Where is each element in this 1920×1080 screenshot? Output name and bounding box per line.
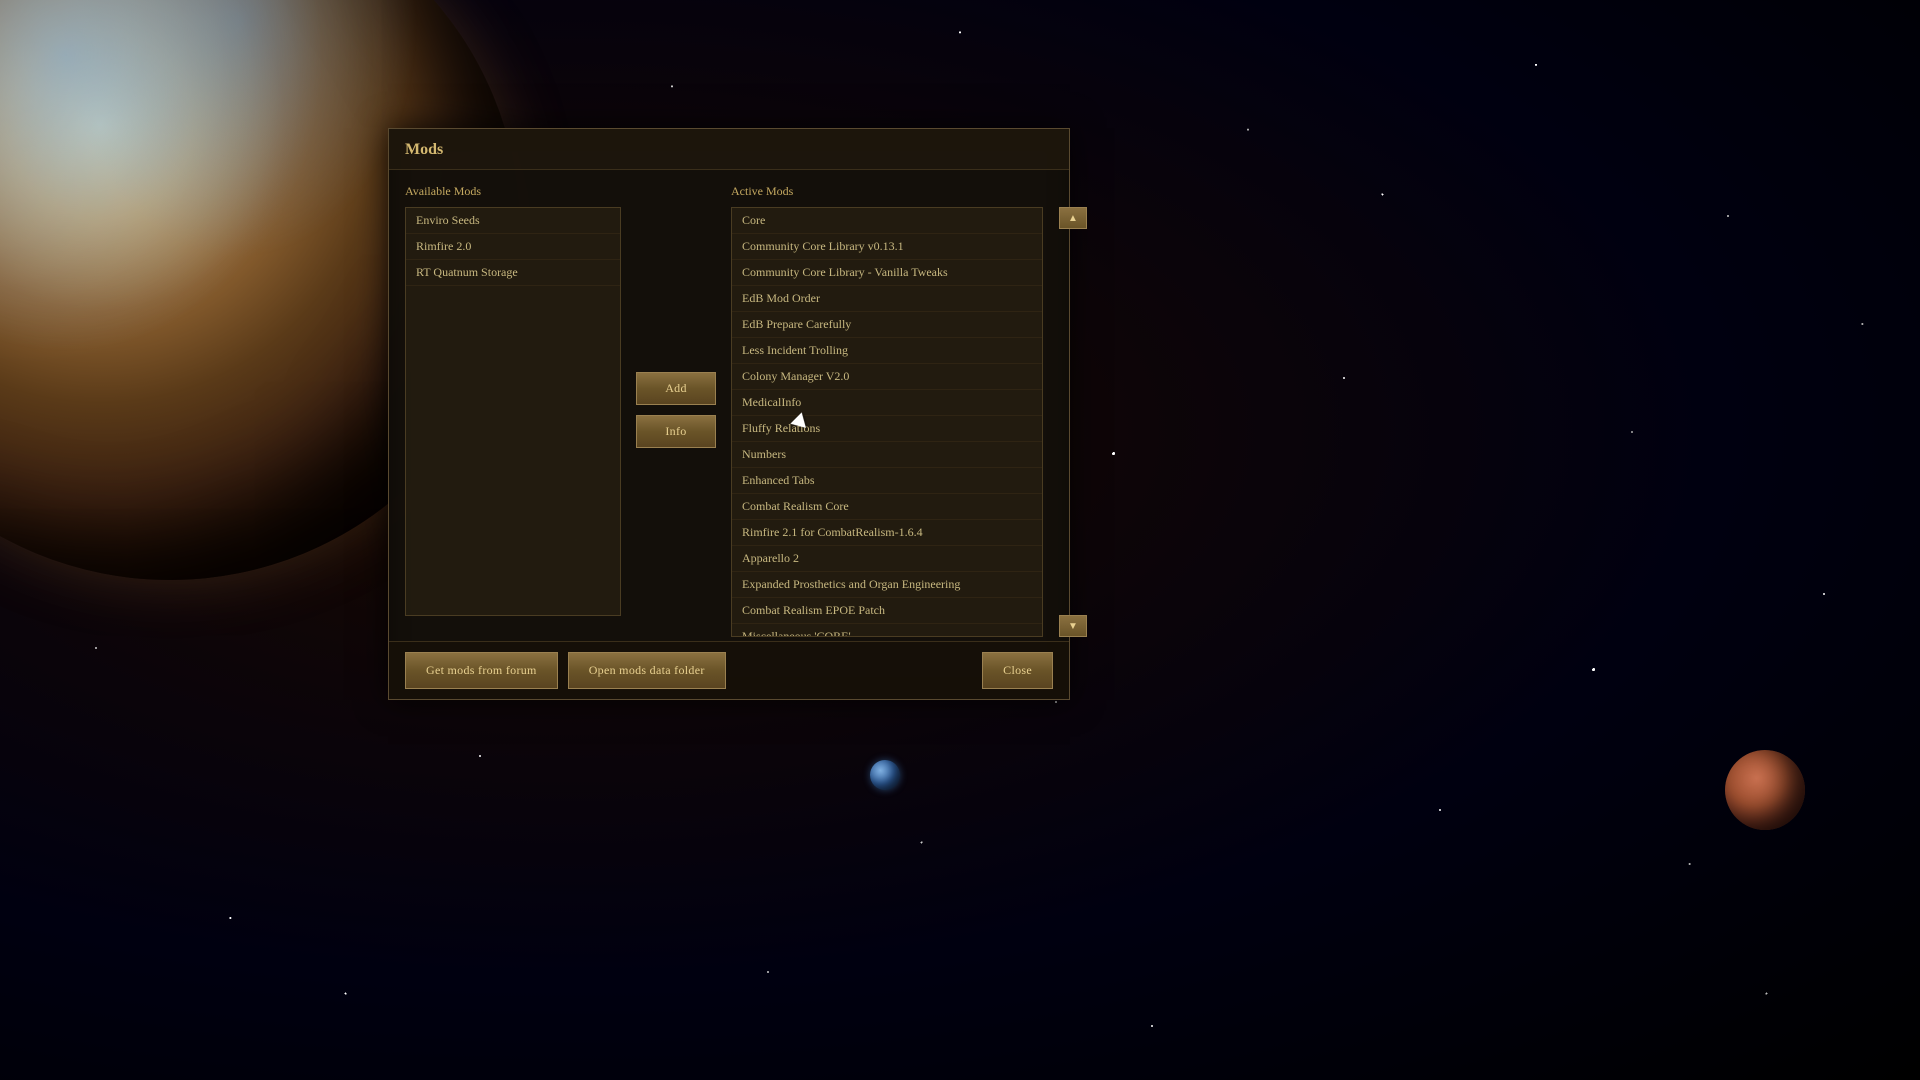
active-mod-item[interactable]: Apparello 2 [732, 546, 1042, 572]
active-list-container: CoreCommunity Core Library v0.13.1Commun… [731, 207, 1053, 637]
dialog-footer: Get mods from forum Open mods data folde… [389, 641, 1069, 699]
planet-blue-small [870, 760, 900, 790]
active-mod-item[interactable]: MedicalInfo [732, 390, 1042, 416]
active-mod-item[interactable]: Community Core Library v0.13.1 [732, 234, 1042, 260]
info-button[interactable]: Info [636, 415, 716, 448]
active-mod-item[interactable]: Fluffy Relations [732, 416, 1042, 442]
active-mod-item[interactable]: Numbers [732, 442, 1042, 468]
available-mods-list[interactable]: Enviro SeedsRimfire 2.0RT Quatnum Storag… [405, 207, 621, 616]
active-mod-item[interactable]: Colony Manager V2.0 [732, 364, 1042, 390]
active-mod-item[interactable]: Core [732, 208, 1042, 234]
middle-buttons-area: Add Info [631, 184, 721, 616]
get-mods-forum-button[interactable]: Get mods from forum [405, 652, 558, 689]
active-mod-item[interactable]: Combat Realism EPOE Patch [732, 598, 1042, 624]
planet-small-red [1725, 750, 1805, 830]
active-mods-label: Active Mods [731, 184, 1053, 199]
active-mods-list[interactable]: CoreCommunity Core Library v0.13.1Commun… [731, 207, 1043, 637]
open-mods-folder-button[interactable]: Open mods data folder [568, 652, 726, 689]
active-mod-item[interactable]: Miscellaneous 'CORE' [732, 624, 1042, 637]
active-mod-item[interactable]: EdB Prepare Carefully [732, 312, 1042, 338]
active-mod-item[interactable]: Rimfire 2.1 for CombatRealism-1.6.4 [732, 520, 1042, 546]
scroll-down-button[interactable]: ▼ [1059, 615, 1087, 637]
active-mod-item[interactable]: Enhanced Tabs [732, 468, 1042, 494]
footer-left-buttons: Get mods from forum Open mods data folde… [405, 652, 726, 689]
available-mod-item[interactable]: Rimfire 2.0 [406, 234, 620, 260]
available-mods-label: Available Mods [405, 184, 621, 199]
scroll-down-arrow: ▼ [1068, 621, 1078, 632]
scroll-up-button[interactable]: ▲ [1059, 207, 1087, 229]
add-button[interactable]: Add [636, 372, 716, 405]
active-mod-item[interactable]: Expanded Prosthetics and Organ Engineeri… [732, 572, 1042, 598]
active-mod-item[interactable]: Community Core Library - Vanilla Tweaks [732, 260, 1042, 286]
active-mod-item[interactable]: Combat Realism Core [732, 494, 1042, 520]
active-mod-item[interactable]: EdB Mod Order [732, 286, 1042, 312]
dialog-title: Mods [389, 129, 1069, 170]
active-mods-panel: Active Mods CoreCommunity Core Library v… [731, 184, 1053, 616]
scroll-up-arrow: ▲ [1068, 213, 1078, 224]
available-mod-item[interactable]: Enviro Seeds [406, 208, 620, 234]
available-mod-item[interactable]: RT Quatnum Storage [406, 260, 620, 286]
close-button[interactable]: Close [982, 652, 1053, 689]
mods-dialog: Mods Available Mods Enviro SeedsRimfire … [388, 128, 1070, 700]
dialog-body: Available Mods Enviro SeedsRimfire 2.0RT… [389, 170, 1069, 630]
active-mod-item[interactable]: Less Incident Trolling [732, 338, 1042, 364]
available-mods-panel: Available Mods Enviro SeedsRimfire 2.0RT… [405, 184, 621, 616]
